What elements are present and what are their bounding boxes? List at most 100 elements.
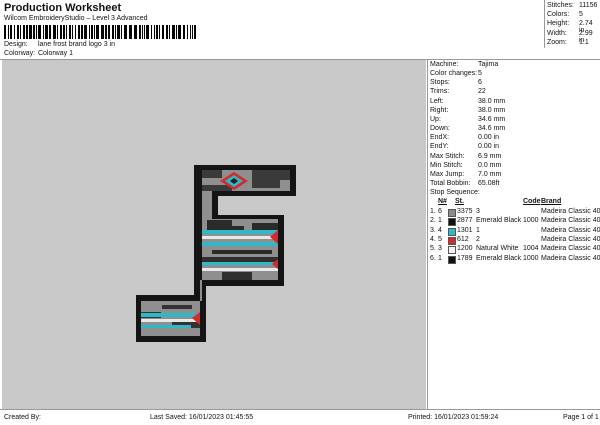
info-label: EndX: xyxy=(430,134,450,142)
thread-name: 3 xyxy=(476,208,480,216)
thread-name: Emerald Black xyxy=(476,254,522,262)
barcode-bar xyxy=(139,25,141,39)
info-value: 65.08ft xyxy=(478,179,500,187)
barcode xyxy=(4,25,196,39)
barcode-bar xyxy=(14,25,15,39)
barcode-bar xyxy=(26,25,28,39)
design-info-panel: Machine: Tajima Color changes:5 Stops: 6 Trim… xyxy=(427,60,600,409)
stop-sequence-row: 4. 5 612 2 Madeira Classic 40 xyxy=(428,236,600,245)
barcode-bar xyxy=(38,25,41,39)
needle-number: 5 xyxy=(438,236,442,243)
stop-index: 5. xyxy=(430,245,436,253)
stop-index: 6. xyxy=(430,254,436,262)
barcode-bar xyxy=(69,25,71,39)
barcode-bar xyxy=(101,25,104,39)
color-swatch xyxy=(448,227,456,236)
needle-number: 1 xyxy=(438,254,442,262)
created-by: Created By: xyxy=(4,414,41,421)
thread-name: Emerald Black xyxy=(476,217,522,225)
info-label: Machine: xyxy=(430,61,459,68)
thread-brand: Madeira Classic 40 xyxy=(541,208,600,216)
barcode-bar xyxy=(66,25,67,39)
thread-brand: Madeira Classic 40 xyxy=(541,245,600,253)
column-header: N# xyxy=(438,198,447,206)
barcode-bar xyxy=(60,25,62,39)
stop-sequence-row: 6. 1 1789 Emerald Black 1000 Madeira Classic … xyxy=(428,255,600,264)
info-label: Stops: xyxy=(430,79,450,87)
barcode-bar xyxy=(84,25,87,39)
colorway-row: Colorway: Colorway 1 xyxy=(4,50,73,57)
software-subtitle: Wilcom EmbroideryStudio – Level 3 Advanc… xyxy=(4,15,148,22)
barcode-bar xyxy=(162,25,164,39)
barcode-bar xyxy=(33,25,35,39)
stop-index: 2. xyxy=(430,217,436,225)
column-header: St. xyxy=(455,198,464,206)
barcode-bar xyxy=(81,25,83,39)
stitch-count: 1789 xyxy=(457,254,473,262)
barcode-bar xyxy=(108,25,110,39)
barcode-bar xyxy=(96,25,99,39)
info-value: Tajima xyxy=(478,61,499,68)
info-label: Left: xyxy=(430,97,444,105)
info-label: Down: xyxy=(430,125,450,133)
design-row: Design: lane frost brand logo 3 in xyxy=(4,41,115,48)
info-value: 22 xyxy=(478,88,486,96)
barcode-bar xyxy=(169,25,170,39)
color-swatch xyxy=(448,237,456,245)
barcode-bar xyxy=(183,25,185,39)
info-value: 0.00 in xyxy=(478,143,500,151)
stitch-count: 612 xyxy=(457,236,469,243)
barcode-bar xyxy=(190,25,191,39)
stat-colors: Colors: 5 xyxy=(545,11,600,20)
barcode-bar xyxy=(45,25,48,39)
stop-index: 3. xyxy=(430,226,436,234)
info-row: Max Jump: 7.0 mm xyxy=(430,171,501,178)
column-header: Brand xyxy=(541,198,562,206)
stat-value: 11156 xyxy=(579,2,598,9)
thread-code: 1000 xyxy=(523,254,539,262)
barcode-bar xyxy=(112,25,114,39)
info-value: 38.0 mm xyxy=(478,106,506,114)
barcode-bar xyxy=(151,25,152,39)
barcode-bar xyxy=(156,25,158,39)
info-label: Min Stitch: xyxy=(430,161,463,169)
stop-sequence-row: 5. 3 1200 Natural White 1004 Madeira Classic … xyxy=(428,245,600,255)
barcode-bar xyxy=(172,25,175,39)
info-row: Up: 34.6 mm xyxy=(430,116,505,123)
stat-value: 1:1 xyxy=(579,38,589,46)
info-label: Color changes: xyxy=(430,70,478,78)
design-preview-canvas[interactable] xyxy=(2,60,426,409)
design-label: Design: xyxy=(4,41,28,48)
embroidery-design xyxy=(136,165,296,342)
info-label: EndY: xyxy=(430,143,449,151)
barcode-bar xyxy=(53,25,56,39)
needle-number: 1 xyxy=(438,217,442,225)
barcode-bar xyxy=(4,25,6,39)
barcode-bar xyxy=(20,25,21,39)
thread-code: 1000 xyxy=(523,217,539,225)
info-row: Left: 38.0 mm xyxy=(430,98,505,105)
info-row: Total Bobbin: 65.08ft xyxy=(430,180,499,187)
info-row: Max Stitch: 6.9 mm xyxy=(430,153,501,160)
barcode-bar xyxy=(176,25,177,39)
color-swatch xyxy=(448,255,456,264)
barcode-bar xyxy=(8,25,9,39)
barcode-bar xyxy=(29,25,32,39)
thread-name: Natural White xyxy=(476,245,519,253)
barcode-bar xyxy=(72,25,73,39)
barcode-bar xyxy=(144,25,145,39)
barcode-bar xyxy=(129,25,132,39)
barcode-bar xyxy=(178,25,181,39)
barcode-bar xyxy=(89,25,90,39)
info-value: 6.9 mm xyxy=(478,152,502,160)
stop-index: 1. xyxy=(430,208,436,216)
stat-stitches: Stitches: 11156 xyxy=(545,2,600,11)
last-saved: Last Saved: 16/01/2023 01:45:55 xyxy=(150,414,254,421)
page-number: Page 1 of 1 xyxy=(563,414,599,421)
barcode-bar xyxy=(75,25,76,39)
barcode-bar xyxy=(154,25,155,39)
info-row: EndY: 0.00 in xyxy=(430,143,499,150)
color-swatch xyxy=(448,218,456,227)
info-value: 7.0 mm xyxy=(478,170,502,178)
barcode-bar xyxy=(146,25,149,39)
